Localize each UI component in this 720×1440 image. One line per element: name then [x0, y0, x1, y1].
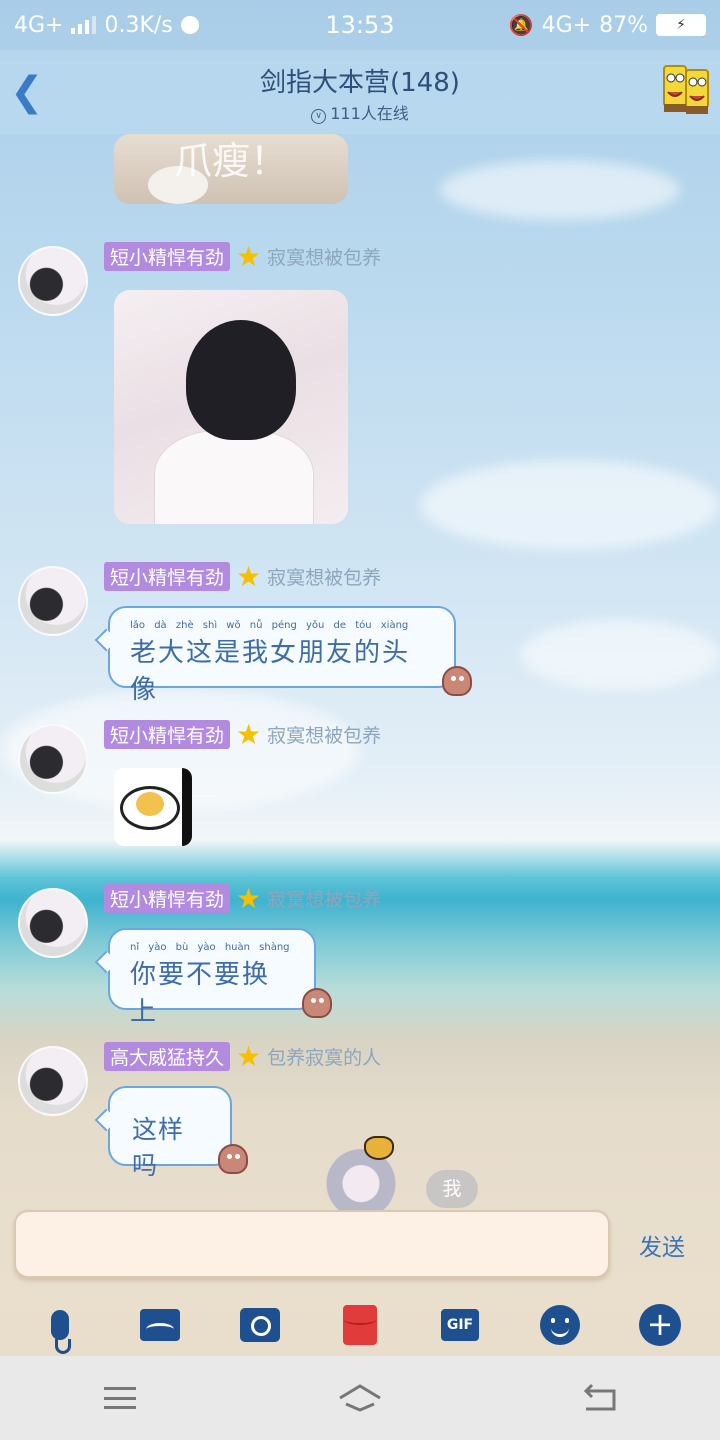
- bubble-tail: [94, 1108, 118, 1132]
- network-type-right: 4G+: [541, 12, 592, 38]
- cloud-decoration: [420, 460, 720, 550]
- menu-icon: [104, 1387, 136, 1409]
- photo-button[interactable]: [137, 1302, 183, 1348]
- camera-button[interactable]: [237, 1302, 283, 1348]
- message-text: 这样吗: [132, 1115, 185, 1180]
- plus-icon: +: [639, 1304, 681, 1346]
- emoji-icon: [540, 1305, 580, 1345]
- star-icon: ★: [236, 239, 262, 273]
- me-label: 我: [426, 1170, 478, 1208]
- pinyin-text: lǎo dà zhè shì wǒ nǚ péng yǒu de tóu xià…: [130, 620, 409, 631]
- app-notification-icon: [180, 16, 199, 34]
- member-title: 寂寞想被包养: [267, 889, 382, 911]
- sender-row: 高大威猛持久 ★ 包养寂寞的人: [104, 1042, 381, 1071]
- sender-nickname[interactable]: 短小精悍有劲: [104, 242, 231, 271]
- message-input[interactable]: [14, 1210, 610, 1278]
- message-bubble[interactable]: nǐ yào bù yào huàn shàng 你要不要换上: [94, 928, 332, 1027]
- network-type-left: 4G+: [14, 12, 64, 38]
- chevron-down-icon: ∨: [311, 109, 327, 124]
- message-bubble[interactable]: lǎo dà zhè shì wǒ nǚ péng yǒu de tóu xià…: [94, 606, 472, 705]
- gif-icon: GIF: [441, 1309, 479, 1341]
- avatar[interactable]: [18, 888, 88, 958]
- image-message[interactable]: 爪瘦！: [114, 134, 348, 204]
- member-title: 寂寞想被包养: [267, 247, 382, 269]
- sticker-message[interactable]: [114, 768, 192, 846]
- red-packet-icon: [343, 1305, 377, 1345]
- member-title: 寂寞想被包养: [267, 725, 382, 747]
- red-packet-button[interactable]: [337, 1302, 383, 1348]
- sender-nickname[interactable]: 高大威猛持久: [104, 1042, 231, 1071]
- girl-hair: [186, 320, 296, 440]
- gif-button[interactable]: GIF: [437, 1302, 483, 1348]
- butterfly-icon: [364, 1136, 394, 1160]
- star-icon: ★: [236, 559, 262, 593]
- avatar[interactable]: [18, 724, 88, 794]
- home-icon: [339, 1384, 381, 1412]
- spongebob-avatar-icon: [663, 65, 709, 114]
- sender-row: 短小精悍有劲 ★ 寂寞想被包养: [104, 720, 381, 749]
- camera-icon: [240, 1308, 280, 1342]
- member-title: 包养寂寞的人: [267, 1047, 382, 1069]
- battery-percent: 87%: [599, 12, 648, 38]
- battery-icon: ⚡: [656, 14, 706, 36]
- sticker-edge: [182, 768, 192, 846]
- group-name[interactable]: 剑指大本营(148): [0, 62, 720, 99]
- system-navbar: [0, 1356, 720, 1440]
- girl-body: [154, 430, 314, 524]
- avatar[interactable]: [18, 1046, 88, 1116]
- voice-button[interactable]: [37, 1302, 83, 1354]
- group-profile-button[interactable]: [660, 62, 712, 118]
- home-button[interactable]: [330, 1378, 390, 1418]
- patrick-star-icon: [218, 1144, 248, 1174]
- send-button[interactable]: 发送: [622, 1228, 702, 1264]
- sender-row: 短小精悍有劲 ★ 寂寞想被包养: [104, 562, 381, 591]
- sender-row: 短小精悍有劲 ★ 寂寞想被包养: [104, 242, 381, 271]
- status-bar: 4G+ 0.3K/s 13:53 🔕 4G+ 87% ⚡: [0, 0, 720, 50]
- chat-toolbar: GIF +: [0, 1296, 720, 1354]
- menu-button[interactable]: [90, 1378, 150, 1418]
- star-icon: ★: [236, 717, 262, 751]
- cloud-decoration: [440, 160, 680, 220]
- back-nav-button[interactable]: [570, 1378, 630, 1418]
- bubble-tail: [94, 950, 118, 974]
- back-icon: [583, 1383, 616, 1411]
- image-message[interactable]: [114, 290, 348, 524]
- star-icon: ★: [236, 1039, 262, 1073]
- my-avatar-badge[interactable]: 我: [318, 1136, 488, 1210]
- signal-icon: [71, 16, 97, 34]
- egg-yolk: [136, 792, 164, 816]
- chat-header: ❮ 剑指大本营(148) ∨ 111人在线: [0, 50, 720, 134]
- bubble-tail: [94, 628, 118, 652]
- message-text: 老大这是我女朋友的头像: [130, 638, 411, 705]
- more-button[interactable]: +: [637, 1302, 683, 1348]
- network-speed: 0.3K/s: [104, 12, 173, 38]
- image-icon: [140, 1309, 180, 1341]
- microphone-icon: [51, 1310, 71, 1354]
- cloud-decoration: [520, 620, 720, 690]
- sticker-watermark: 爪瘦！: [174, 139, 289, 183]
- message-text: 你要不要换上: [130, 960, 271, 1027]
- patrick-star-icon: [302, 988, 332, 1018]
- sender-nickname[interactable]: 短小精悍有劲: [104, 562, 231, 591]
- patrick-star-icon: [442, 666, 472, 696]
- member-title: 寂寞想被包养: [267, 567, 382, 589]
- avatar[interactable]: [18, 246, 88, 316]
- pinyin-text: nǐ yào bù yào huàn shàng: [130, 942, 290, 953]
- avatar[interactable]: [18, 566, 88, 636]
- sender-nickname[interactable]: 短小精悍有劲: [104, 884, 231, 913]
- sender-nickname[interactable]: 短小精悍有劲: [104, 720, 231, 749]
- online-count[interactable]: ∨ 111人在线: [0, 100, 720, 124]
- sender-row: 短小精悍有劲 ★ 寂寞想被包养: [104, 884, 381, 913]
- input-row: 发送: [0, 1208, 720, 1288]
- emoji-button[interactable]: [537, 1302, 583, 1348]
- star-icon: ★: [236, 881, 262, 915]
- message-bubble[interactable]: 这样吗: [94, 1086, 248, 1180]
- mute-icon: 🔕: [508, 13, 534, 37]
